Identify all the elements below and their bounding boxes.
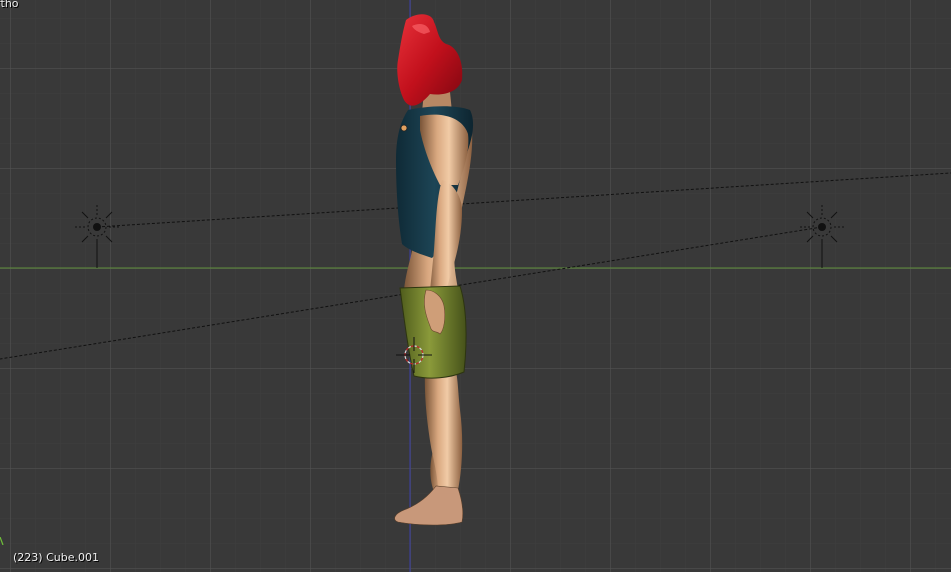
character-model[interactable] — [394, 14, 474, 526]
hair — [397, 14, 463, 106]
object-info-label: (223) Cube.001 — [13, 551, 99, 564]
scene-canvas[interactable] — [0, 0, 951, 572]
lamp-icon[interactable] — [75, 205, 119, 268]
3d-viewport[interactable]: rtho (223) Cube.001 — [0, 0, 951, 572]
object-origin-icon — [400, 124, 408, 132]
axis-gizmo-fragment — [0, 537, 4, 545]
view-mode-label: rtho — [0, 0, 19, 10]
foot — [394, 485, 464, 526]
light-direction-line-upper — [96, 172, 951, 228]
lamp-icon[interactable] — [800, 205, 844, 268]
